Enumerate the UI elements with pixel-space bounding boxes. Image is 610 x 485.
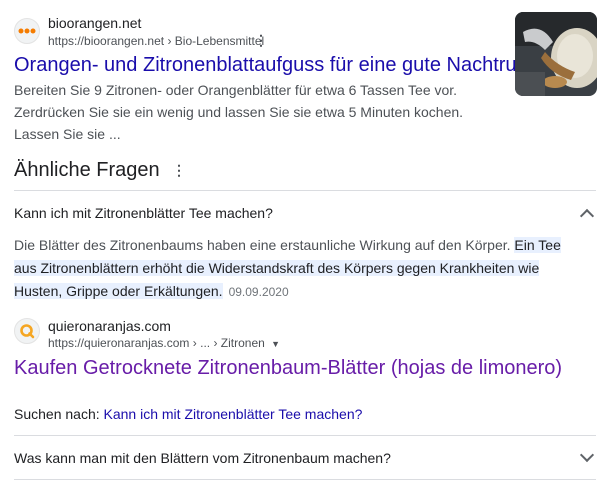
paa-question-2[interactable]: Was kann man mit den Blättern vom Zitron… [14, 450, 391, 466]
result1-breadcrumb: Bio-Lebensmittel [174, 34, 265, 48]
search-for-line: Suchen nach: Kann ich mit Zitronenblätte… [14, 406, 362, 422]
paa-divider-middle [14, 435, 596, 436]
source-site-name[interactable]: quieronaranjas.com [48, 318, 171, 334]
paa-divider-top [14, 190, 596, 191]
breadcrumb-separator: › [192, 336, 197, 350]
source-title-link[interactable]: Kaufen Getrocknete Zitronenbaum-Blätter … [14, 357, 562, 380]
chevron-down-icon[interactable] [579, 447, 595, 463]
result1-title-link[interactable]: Orangen- und Zitronenblattaufguss für ei… [14, 54, 539, 77]
paa-more-options-icon[interactable]: ⋮ [172, 162, 186, 179]
result1-site-name[interactable]: bioorangen.net [48, 15, 141, 31]
paa-heading: Ähnliche Fragen [14, 159, 160, 181]
answer-date: 09.09.2020 [228, 285, 289, 299]
result1-snippet: Bereiten Sie 9 Zitronen- oder Orangenblä… [14, 82, 464, 142]
result1-url-line[interactable]: https://bioorangen.net › Bio-Lebensmitte… [48, 34, 264, 48]
paa-question-1[interactable]: Kann ich mit Zitronenblätter Tee machen? [14, 205, 273, 221]
answer-plain-text: Die Blätter des Zitronenbaums haben eine… [14, 237, 515, 253]
result1-more-options-icon[interactable]: ⋮ [254, 32, 268, 49]
breadcrumb-separator: › [167, 34, 172, 48]
bioorangen-favicon [14, 18, 40, 44]
search-for-query-link[interactable]: Kann ich mit Zitronenblätter Tee machen? [104, 406, 363, 422]
q-logo-icon [20, 324, 35, 339]
source-url-line[interactable]: https://quieronaranjas.com › ... › Zitro… [48, 336, 280, 350]
orange-dots-logo-icon [18, 28, 36, 34]
quieronaranjas-favicon [14, 318, 40, 344]
teapot-photo-icon [515, 12, 597, 96]
source-path: ... › Zitronen [200, 336, 265, 350]
result1-url: https://bioorangen.net [48, 34, 165, 48]
paa-divider-bottom [14, 479, 596, 480]
chevron-up-icon[interactable] [579, 208, 595, 224]
source-url: https://quieronaranjas.com [48, 336, 190, 350]
result1-thumbnail-image[interactable] [515, 12, 597, 96]
search-for-label: Suchen nach: [14, 406, 100, 422]
caret-down-icon[interactable]: ▼ [271, 339, 280, 349]
paa-answer-1: Die Blätter des Zitronenbaums haben eine… [14, 234, 579, 304]
